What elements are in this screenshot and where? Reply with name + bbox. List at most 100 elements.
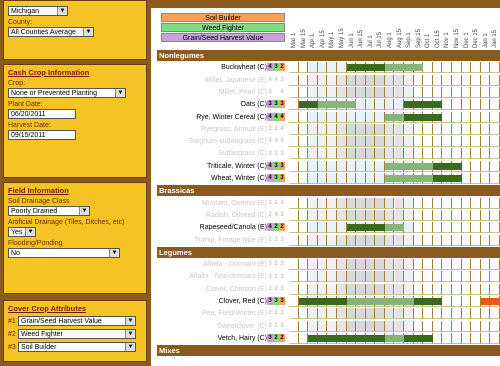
crop-row: Alfalfa - Dormant (E)3 2 3 <box>157 259 500 271</box>
crop-name[interactable]: Clover, Red (C)3 3 3 <box>157 296 285 307</box>
crop-name[interactable]: Millet, Japanese (E)4 4 3 <box>157 75 285 86</box>
timeline-cell <box>317 259 328 271</box>
rating-badge: 3 <box>280 212 284 219</box>
timeline-cell <box>490 271 500 283</box>
county-select[interactable]: All Counties Average ▼ <box>8 27 94 37</box>
timeline-cell <box>375 148 385 160</box>
timeline-grid <box>289 332 500 344</box>
crop-name[interactable]: Buckwheat (C)4 3 2 <box>157 62 285 73</box>
crop-name[interactable]: Alfalfa - Dormant (E)3 2 3 <box>157 259 285 270</box>
crop-name-text: Clover, Crimson (E) <box>205 285 267 293</box>
timeline-cell <box>404 197 414 209</box>
crop-name[interactable]: Sudangrass (C)3 3 3 <box>157 148 285 159</box>
crop-name-text: Radish, Oilseed (C) <box>205 211 267 219</box>
timeline-cell <box>346 197 357 209</box>
flooding-select[interactable]: No ▼ <box>8 248 120 258</box>
timeline-cell <box>308 222 318 234</box>
timeline-cell <box>327 123 337 135</box>
crop-name[interactable]: Ryegrass, Annual (E)3 3 4 <box>157 124 285 135</box>
timeline-cell <box>327 320 337 332</box>
timeline-grid <box>289 308 500 320</box>
month-label: Jul 1 <box>367 35 374 48</box>
timeline-cell <box>423 123 433 135</box>
crop-name-text: Alfalfa - Dormant (E) <box>203 261 267 269</box>
timeline-cell <box>375 320 385 332</box>
timeline-cell <box>336 308 347 320</box>
crop-name[interactable]: Mustard, Oriental (E)3 2 3 <box>157 198 285 209</box>
crop-name[interactable]: Triticale, Winter (C)4 3 3 <box>157 161 285 172</box>
growth-window-bar <box>384 64 424 72</box>
rating-badge: 2 <box>279 223 285 232</box>
harvest-date-input[interactable]: 09/15/2011 <box>8 130 76 140</box>
crop-name[interactable]: Sweetclover (C)3 2 3 <box>157 321 285 332</box>
timeline-cell <box>461 209 472 221</box>
crop-name[interactable]: Wheat, Winter (C)4 3 3 <box>157 173 285 184</box>
crop-name[interactable]: Rye, Winter Cereal (C)4 4 4 <box>157 112 285 123</box>
timeline-cell <box>336 173 347 184</box>
timeline-cell <box>413 283 424 295</box>
rating-badge: 3 <box>279 297 285 306</box>
crop-name[interactable]: Alfalfa - Non-dormant (E)3 2 3 <box>157 271 285 282</box>
timeline-cell <box>394 259 405 271</box>
timeline-cell <box>394 271 405 283</box>
legend-weed-fighter: Weed Fighter <box>161 23 285 32</box>
timeline-cell <box>327 173 337 184</box>
left-sidebar: Michigan ▼ County: All Counties Average … <box>0 0 151 366</box>
timeline-cell <box>346 259 357 271</box>
timeline-cell <box>308 197 318 209</box>
timeline-grid <box>289 271 500 283</box>
timeline-cell <box>490 136 500 148</box>
state-select[interactable]: Michigan ▼ <box>8 6 68 16</box>
attribute-select-1[interactable]: Grain/Seed Harvest Value ▼ <box>18 316 136 326</box>
timeline-cell <box>480 320 491 332</box>
crop-name[interactable]: Pea, Field/Winter (E)2 3 3 <box>157 308 285 319</box>
timeline-cell <box>461 111 472 123</box>
timeline-cell <box>289 160 299 172</box>
timeline-cell <box>375 234 385 246</box>
timeline-cell <box>327 62 337 74</box>
drainage-class-select[interactable]: Poorly Drained ▼ <box>8 206 90 216</box>
artificial-drainage-value: Yes <box>11 229 23 236</box>
growth-window-bar <box>404 101 443 109</box>
chevron-down-icon: ▼ <box>83 28 93 36</box>
month-label: Jun 1 <box>348 33 355 48</box>
crop-name[interactable]: Turnip, Forage type (E)2 3 3 <box>157 235 285 246</box>
cash-crop-title: Cash Crop Information <box>8 68 90 77</box>
crop-select[interactable]: None or Prevented Planting ▼ <box>8 88 126 98</box>
month-label: Dec 1 <box>463 32 470 48</box>
timeline-cell <box>346 209 357 221</box>
attribute-select-2[interactable]: Weed Fighter ▼ <box>18 329 136 339</box>
timeline-cell <box>289 111 299 123</box>
crop-name[interactable]: Millet, Pearl (C)3 4 <box>157 87 285 98</box>
timeline-cell <box>317 308 328 320</box>
timeline-cell <box>298 222 309 234</box>
artificial-drainage-select[interactable]: Yes ▼ <box>8 227 36 237</box>
crop-name[interactable]: Oats (C)3 3 3 <box>157 99 285 110</box>
timeline-cell <box>442 320 453 332</box>
timeline-cell <box>289 320 299 332</box>
timeline-cell <box>461 62 472 74</box>
timeline-cell <box>442 332 453 344</box>
timeline-cell <box>471 99 481 111</box>
timeline-cell <box>336 197 347 209</box>
timeline-cell <box>384 283 395 295</box>
flooding-value: No <box>11 250 20 257</box>
timeline-cell <box>442 308 453 320</box>
timeline-cell <box>461 99 472 111</box>
timeline-cell <box>404 283 414 295</box>
timeline-cell <box>289 197 299 209</box>
timeline-cell <box>384 136 395 148</box>
timeline-cell <box>317 123 328 135</box>
attribute-select-3[interactable]: Soil Builder ▼ <box>18 342 136 352</box>
crop-name[interactable]: Radish, Oilseed (C)2 4 3 <box>157 210 285 221</box>
crop-name[interactable]: Vetch, Hairy (C)3 2 2 <box>157 333 285 344</box>
crop-name-text: Pea, Field/Winter (E) <box>202 310 267 318</box>
crop-name[interactable]: Clover, Crimson (E)3 2 3 <box>157 284 285 295</box>
timeline-cell <box>480 234 491 246</box>
month-label: Jun 15 <box>358 29 365 48</box>
timeline-cell <box>336 74 347 86</box>
plant-date-input[interactable]: 06/20/2011 <box>8 109 76 119</box>
crop-name[interactable]: Sorghum-sudangrass (C)4 4 4 <box>157 136 285 147</box>
chevron-down-icon: ▼ <box>79 207 89 215</box>
crop-name[interactable]: Rapeseed/Canola (E)4 2 2 <box>157 222 285 233</box>
